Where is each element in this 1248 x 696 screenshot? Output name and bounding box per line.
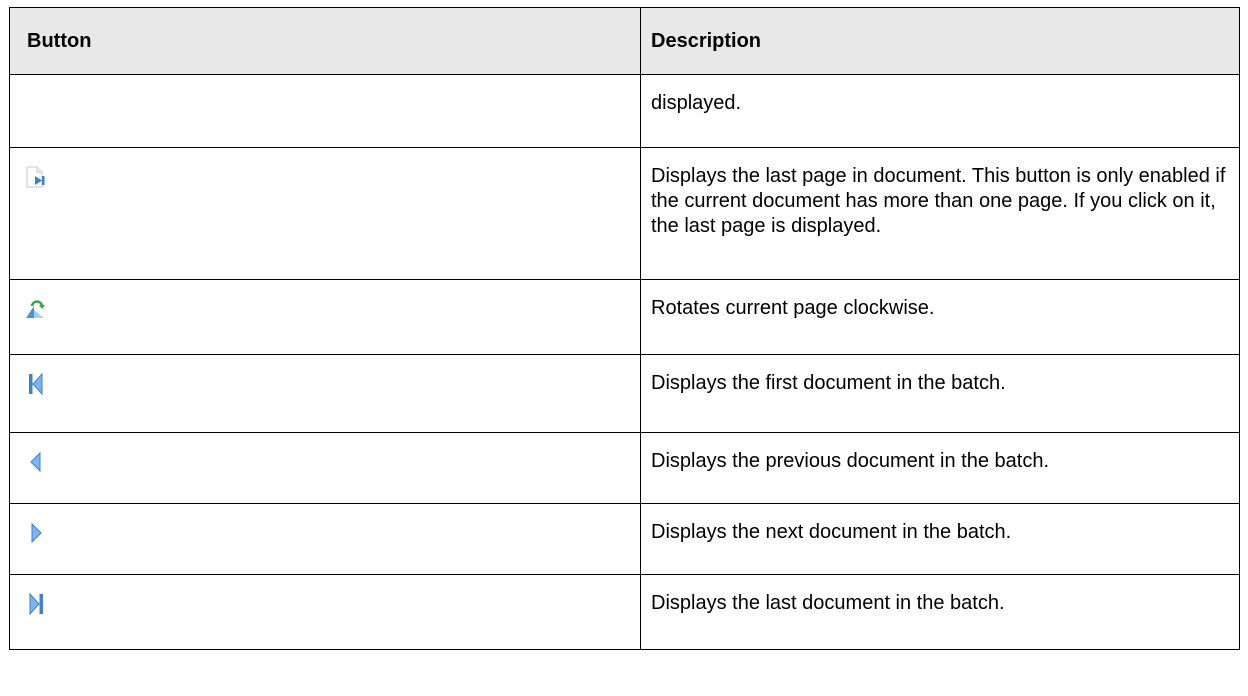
button-cell (9, 279, 641, 355)
table-row: Displays the last page in document. This… (9, 147, 1240, 280)
table-header-row: Button Description (9, 7, 1240, 75)
button-cell (9, 432, 641, 504)
last-document-icon (24, 593, 48, 615)
first-document-icon (24, 373, 48, 395)
table-row: Displays the previous document in the ba… (9, 432, 1240, 504)
table-row: Rotates current page clockwise. (9, 279, 1240, 355)
previous-document-icon (24, 451, 48, 473)
description-cell: Displays the previous document in the ba… (640, 432, 1240, 504)
button-description-table: Button Description displayed. Displays t… (9, 7, 1240, 650)
table-row: Displays the next document in the batch. (9, 503, 1240, 575)
next-document-icon (24, 522, 48, 544)
button-cell (9, 147, 641, 280)
header-button: Button (9, 7, 641, 75)
button-description-table-container: Button Description displayed. Displays t… (9, 7, 1240, 650)
table-row: Displays the last document in the batch. (9, 574, 1240, 650)
button-cell (9, 354, 641, 433)
description-cell: displayed. (640, 74, 1240, 148)
button-cell (9, 503, 641, 575)
button-cell (9, 574, 641, 650)
table-row: Displays the first document in the batch… (9, 354, 1240, 433)
rotate-clockwise-icon (24, 298, 48, 320)
description-cell: Rotates current page clockwise. (640, 279, 1240, 355)
header-description: Description (640, 7, 1240, 75)
description-cell: Displays the last document in the batch. (640, 574, 1240, 650)
description-cell: Displays the first document in the batch… (640, 354, 1240, 433)
table-row: displayed. (9, 74, 1240, 148)
description-cell: Displays the next document in the batch. (640, 503, 1240, 575)
button-cell (9, 74, 641, 148)
last-page-icon (24, 166, 48, 188)
description-cell: Displays the last page in document. This… (640, 147, 1240, 280)
